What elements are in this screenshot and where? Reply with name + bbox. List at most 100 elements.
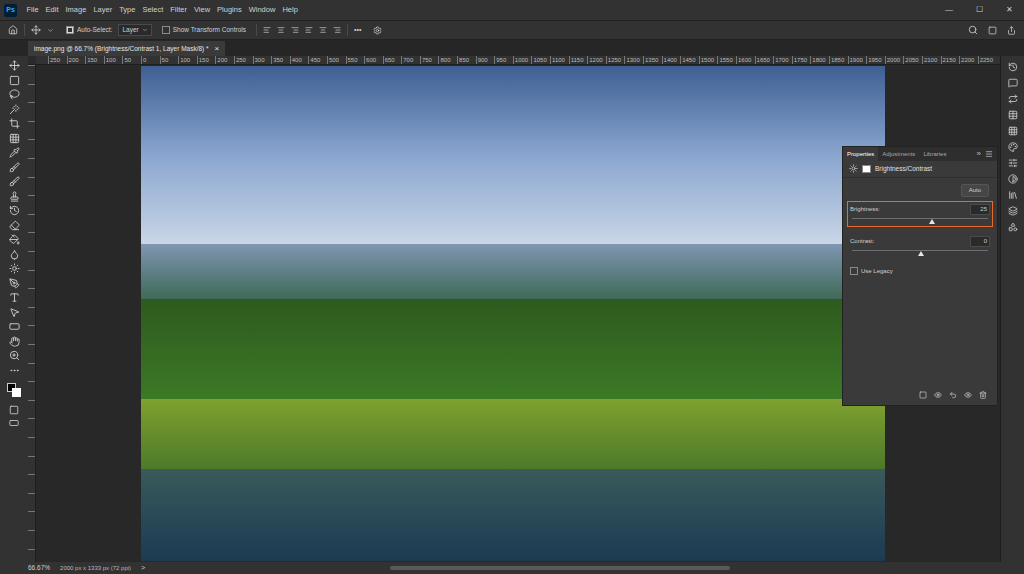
properties-icon[interactable]: [1008, 158, 1018, 168]
tool-preset-icon[interactable]: [47, 27, 54, 34]
mask-icon[interactable]: [862, 165, 871, 173]
ruler-label: 700: [401, 56, 420, 64]
lasso-tool-icon[interactable]: [9, 89, 20, 100]
view-previous-icon[interactable]: [934, 391, 942, 399]
menu-item[interactable]: Filter: [167, 6, 191, 14]
shape-tool-icon[interactable]: [9, 321, 20, 332]
use-legacy-checkbox[interactable]: [850, 267, 858, 275]
share-icon[interactable]: [1007, 26, 1016, 35]
panel-tab[interactable]: Libraries: [919, 147, 950, 161]
menu-item[interactable]: Image: [62, 6, 90, 14]
window-control[interactable]: ☐: [964, 6, 994, 14]
frame-tool-icon[interactable]: [9, 133, 20, 144]
slider-thumb[interactable]: [918, 251, 924, 256]
layer-dropdown[interactable]: Layer: [118, 24, 151, 36]
screen-mode-icon[interactable]: [9, 418, 19, 428]
clip-icon[interactable]: [919, 391, 927, 399]
panel-tab[interactable]: Adjustments: [878, 147, 919, 161]
paragraph-icon[interactable]: [1008, 110, 1018, 120]
ruler-label: 650: [383, 56, 402, 64]
swatches-icon[interactable]: [1008, 126, 1018, 136]
align-left-icon[interactable]: [263, 26, 271, 34]
menu-item[interactable]: Layer: [90, 6, 116, 14]
menu-item[interactable]: Type: [116, 6, 139, 14]
zoom-tool-icon[interactable]: [9, 350, 20, 361]
search-icon[interactable]: [968, 25, 978, 35]
slider-value[interactable]: 0: [970, 236, 990, 247]
stamp-tool-icon[interactable]: [9, 191, 20, 202]
ruler-label: 1750: [792, 56, 811, 64]
blur-tool-icon[interactable]: [9, 249, 20, 260]
align-bottom-icon[interactable]: [333, 26, 341, 34]
eraser-tool-icon[interactable]: [9, 220, 20, 231]
reset-icon[interactable]: [949, 391, 957, 399]
home-icon[interactable]: [8, 25, 18, 35]
adjustments-icon[interactable]: [1008, 174, 1018, 184]
menu-item[interactable]: File: [23, 6, 42, 14]
menu-item[interactable]: Edit: [42, 6, 62, 14]
align-right-icon[interactable]: [291, 26, 299, 34]
align-middle-icon[interactable]: [319, 26, 327, 34]
quick-mask-icon[interactable]: [9, 405, 19, 415]
use-legacy[interactable]: Use Legacy: [843, 259, 997, 276]
ruler-label: 1900: [848, 56, 867, 64]
move-icon[interactable]: [31, 25, 41, 35]
history-icon[interactable]: [1008, 62, 1018, 72]
pen-tool-icon[interactable]: [9, 278, 20, 289]
menu-item[interactable]: Select: [139, 6, 167, 14]
gear-icon[interactable]: [373, 26, 382, 35]
shapes-icon[interactable]: [1008, 222, 1018, 232]
auto-select[interactable]: Auto-Select:: [66, 25, 112, 35]
gradient-tool-icon[interactable]: [9, 234, 20, 245]
path-select-icon[interactable]: [9, 307, 20, 318]
scroll-thumb[interactable]: [390, 566, 730, 570]
status-arrow[interactable]: >: [141, 563, 145, 574]
color-swatches[interactable]: [7, 383, 21, 397]
gradients-icon[interactable]: [1008, 142, 1018, 152]
more-tools-icon[interactable]: [9, 365, 20, 376]
visibility-icon[interactable]: [964, 391, 972, 399]
auto-button[interactable]: Auto: [961, 184, 989, 197]
align-top-icon[interactable]: [305, 26, 313, 34]
type-tool-icon[interactable]: [9, 292, 20, 303]
slider[interactable]: [852, 218, 988, 224]
trash-icon[interactable]: [979, 391, 987, 399]
comments-icon[interactable]: [1008, 78, 1018, 88]
panel-tab[interactable]: Properties: [843, 147, 878, 161]
menu-item[interactable]: View: [190, 6, 213, 14]
auto-select-checkbox[interactable]: [66, 26, 74, 34]
horizontal-scrollbar[interactable]: [155, 565, 1020, 571]
move-tool-icon[interactable]: [9, 60, 20, 71]
crop-tool-icon[interactable]: [9, 118, 20, 129]
menu-item[interactable]: Plugins: [214, 6, 246, 14]
document-tab[interactable]: image.png @ 66.7% (Brightness/Contrast 1…: [28, 41, 225, 56]
slider[interactable]: [852, 250, 988, 256]
heal-tool-icon[interactable]: [9, 162, 20, 173]
libraries-icon[interactable]: [1008, 190, 1018, 200]
actions-icon[interactable]: [1008, 94, 1018, 104]
slider-thumb[interactable]: [929, 219, 935, 224]
marquee-tool-icon[interactable]: [9, 75, 20, 86]
show-transform[interactable]: Show Transform Controls: [162, 25, 246, 35]
panel-header: Brightness/Contrast: [843, 161, 997, 178]
zoom-level[interactable]: 66.67%: [28, 563, 50, 573]
hand-tool-icon[interactable]: [9, 336, 20, 347]
panel-menu-icon[interactable]: [985, 150, 993, 158]
slider-value[interactable]: 25: [970, 204, 990, 215]
tab-close[interactable]: ×: [215, 45, 220, 53]
window-control[interactable]: ✕: [994, 6, 1024, 14]
eyedropper-tool-icon[interactable]: [9, 147, 20, 158]
layers-icon[interactable]: [1008, 206, 1018, 216]
wand-tool-icon[interactable]: [9, 104, 20, 115]
menu-item[interactable]: Help: [279, 6, 301, 14]
history-brush-icon[interactable]: [9, 205, 20, 216]
workspace-icon[interactable]: [988, 26, 997, 35]
more-options[interactable]: •••: [354, 25, 361, 36]
menu-item[interactable]: Window: [245, 6, 279, 14]
brush-tool-icon[interactable]: [9, 176, 20, 187]
window-control[interactable]: —: [934, 6, 964, 14]
show-transform-checkbox[interactable]: [162, 26, 170, 34]
align-center-icon[interactable]: [277, 26, 285, 34]
panel-expand[interactable]: »: [977, 150, 981, 158]
dodge-tool-icon[interactable]: [9, 263, 20, 274]
